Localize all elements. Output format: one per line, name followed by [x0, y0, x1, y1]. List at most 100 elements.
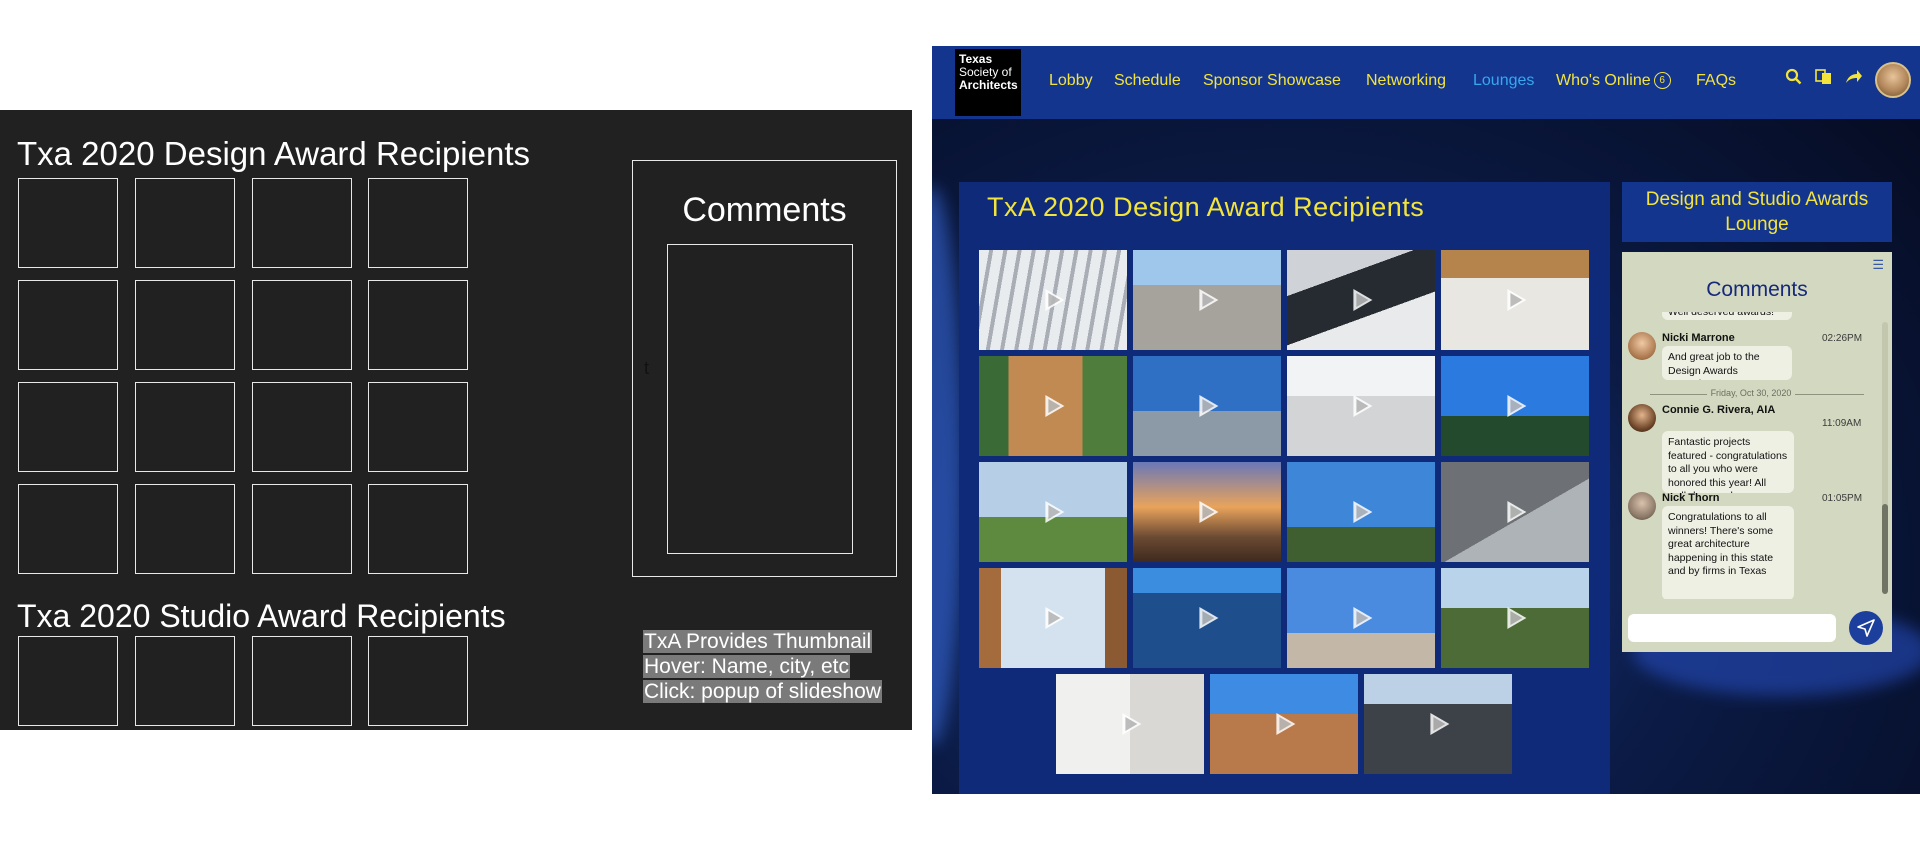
nav-schedule[interactable]: Schedule [1114, 72, 1181, 90]
thumbnail-placeholder [368, 280, 468, 370]
award-thumbnail[interactable] [979, 462, 1127, 562]
thumbnail-placeholder [252, 484, 352, 574]
chat-avatar [1628, 404, 1656, 432]
award-thumbnail[interactable] [1287, 356, 1435, 456]
chat-bubble: Congratulations to all winners! There's … [1662, 506, 1794, 599]
search-icon[interactable] [1785, 68, 1802, 90]
date-divider-label: Friday, Oct 30, 2020 [1706, 388, 1796, 398]
design-awards-heading: Txa 2020 Design Award Recipients [17, 135, 531, 172]
nav-faqs[interactable]: FAQs [1696, 72, 1736, 90]
thumbnail-placeholder [368, 178, 468, 268]
logo-text: Texas [959, 52, 993, 66]
chat-bubble: Fantastic projects featured - congratula… [1662, 431, 1794, 493]
award-thumbnail[interactable] [1133, 462, 1281, 562]
award-thumbnail[interactable] [979, 356, 1127, 456]
thumbnail-placeholder [18, 636, 118, 726]
user-avatar[interactable] [1875, 62, 1911, 98]
note-line: Click: popup of slideshow [643, 680, 882, 703]
design-awards-panel: TxA 2020 Design Award Recipients [959, 182, 1610, 794]
nav-lounges[interactable]: Lounges [1473, 72, 1534, 90]
chat-title: Comments [1706, 278, 1808, 301]
award-thumbnail[interactable] [1056, 674, 1204, 774]
send-icon [1857, 619, 1875, 637]
chat-message-list[interactable]: Well deserved awards! Nicki Marrone 02:2… [1622, 312, 1880, 599]
award-thumbnail[interactable] [1441, 356, 1589, 456]
chat-message-input[interactable] [1628, 614, 1836, 642]
award-thumbnail[interactable] [1441, 250, 1589, 350]
thumbnail-placeholder [252, 280, 352, 370]
thumbnail-placeholder [135, 636, 235, 726]
play-icon [1353, 501, 1373, 523]
text-cursor-mark: t [644, 358, 650, 378]
chat-avatar [1628, 332, 1656, 360]
play-icon [1507, 289, 1527, 311]
award-thumbnail[interactable] [1133, 356, 1281, 456]
comments-chat-panel: ☰ Comments Well deserved awards! Nicki M… [1622, 252, 1892, 652]
share-icon[interactable] [1845, 68, 1863, 90]
note-line: TxA Provides Thumbnail [643, 630, 873, 653]
nav-whos-online-label: Who's Online [1556, 72, 1651, 89]
thumbnail-placeholder [135, 382, 235, 472]
logo-text: Society of [959, 65, 1012, 79]
play-icon [1045, 607, 1065, 629]
online-count-badge: 6 [1653, 72, 1671, 90]
award-thumbnail[interactable] [1287, 568, 1435, 668]
txa-logo[interactable]: Texas Society of Architects [955, 49, 1021, 116]
play-icon [1045, 395, 1065, 417]
wireframe-panel: Txa 2020 Design Award Recipients Txa 202… [0, 110, 912, 730]
comments-inner-placeholder [667, 244, 853, 554]
play-icon [1507, 395, 1527, 417]
award-thumbnail[interactable] [1441, 568, 1589, 668]
thumbnail-placeholder [18, 484, 118, 574]
thumbnail-placeholder [252, 178, 352, 268]
chat-scrollbar-thumb[interactable] [1882, 504, 1888, 594]
play-icon [1353, 395, 1373, 417]
nav-sponsor-showcase[interactable]: Sponsor Showcase [1203, 72, 1341, 90]
lounge-mockup: Texas Society of Architects Lobby Schedu… [932, 46, 1920, 794]
play-icon [1045, 501, 1065, 523]
chat-time: 01:05PM [1822, 493, 1863, 504]
logo-text: Architects [959, 78, 1018, 92]
thumbnail-placeholder [18, 178, 118, 268]
award-thumbnail[interactable] [1287, 462, 1435, 562]
note-line: Hover: Name, city, etc [643, 655, 850, 678]
comments-placeholder-box: Comments [632, 160, 897, 577]
background-light-streak [932, 186, 962, 746]
award-thumbnail[interactable] [1364, 674, 1512, 774]
award-thumbnail[interactable] [1133, 568, 1281, 668]
thumbnail-placeholder [368, 484, 468, 574]
nav-networking[interactable]: Networking [1366, 72, 1446, 90]
award-thumbnail[interactable] [979, 568, 1127, 668]
play-icon [1353, 289, 1373, 311]
play-icon [1199, 395, 1219, 417]
menu-icon[interactable]: ☰ [1872, 257, 1884, 273]
design-awards-title: TxA 2020 Design Award Recipients [987, 192, 1425, 222]
chat-time: 11:09AM [1822, 418, 1862, 429]
thumbnail-placeholder [252, 382, 352, 472]
play-icon [1122, 713, 1142, 735]
award-thumbnail[interactable] [1441, 462, 1589, 562]
translate-icon[interactable] [1815, 68, 1832, 90]
award-thumbnail[interactable] [1210, 674, 1358, 774]
award-thumbnail[interactable] [1133, 250, 1281, 350]
top-navigation-bar: Texas Society of Architects Lobby Schedu… [932, 46, 1920, 119]
thumbnail-placeholder [135, 280, 235, 370]
nav-whos-online[interactable]: Who's Online 6 [1556, 72, 1671, 90]
play-icon [1507, 501, 1527, 523]
chat-avatar [1628, 492, 1656, 520]
lounge-title: Design and Studio Awards Lounge [1622, 182, 1892, 242]
play-icon [1430, 713, 1450, 735]
play-icon [1353, 607, 1373, 629]
thumbnail-placeholder [135, 178, 235, 268]
chat-author: Nicki Marrone [1662, 332, 1735, 344]
play-icon [1276, 713, 1296, 735]
comments-heading: Comments [682, 191, 847, 229]
nav-lobby[interactable]: Lobby [1049, 72, 1093, 90]
wireframe-note: TxA Provides Thumbnail Hover: Name, city… [643, 629, 882, 704]
award-thumbnail[interactable] [1287, 250, 1435, 350]
award-thumbnail[interactable] [979, 250, 1127, 350]
thumbnail-placeholder [18, 382, 118, 472]
play-icon [1045, 289, 1065, 311]
send-button[interactable] [1849, 611, 1883, 645]
chat-time: 02:26PM [1822, 333, 1863, 344]
